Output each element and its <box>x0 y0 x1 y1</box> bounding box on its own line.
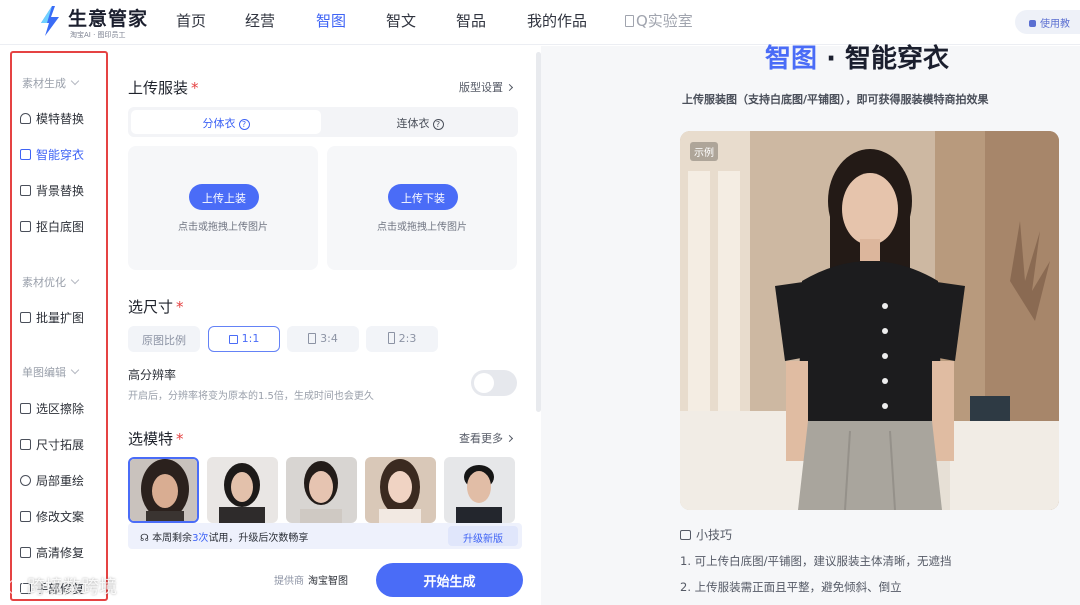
pattern-settings-link[interactable]: 版型设置 <box>459 79 514 95</box>
tip-item: 2. 上传服装需正面且平整，避免倾斜、倒立 <box>680 580 902 594</box>
brand-title: 生意管家 <box>68 8 149 30</box>
nav-home[interactable]: 首页 <box>176 10 206 31</box>
note-icon <box>680 530 691 540</box>
chevron-down-icon <box>70 365 80 375</box>
tip-item: 1. 可上传白底图/平铺图，建议服装主体清晰，无遮挡 <box>680 554 952 568</box>
chevron-right-icon <box>505 434 514 443</box>
nav-smart-text[interactable]: 智文 <box>386 10 416 31</box>
upload-top-button[interactable]: 上传上装 <box>189 184 259 210</box>
upload-clothing-title: 上传服装 * <box>128 79 199 97</box>
garment-type-switch: 分体衣? 连体衣? <box>128 107 518 137</box>
example-photo <box>680 131 1059 510</box>
example-tag: 示例 <box>690 142 718 161</box>
select-model-title: 选模特 * <box>128 430 184 448</box>
redraw-icon <box>20 475 31 486</box>
shirt-icon <box>20 149 31 160</box>
model-thumb[interactable] <box>444 457 515 523</box>
upload-top-dropzone[interactable]: 上传上装 点击或拖拽上传图片 <box>128 146 318 270</box>
square-icon <box>228 335 238 344</box>
size-option-1-1[interactable]: 1:1 <box>208 326 280 352</box>
chevron-right-icon <box>505 83 514 92</box>
upload-bottom-dropzone[interactable]: 上传下装 点击或拖拽上传图片 <box>327 146 517 270</box>
high-resolution-toggle[interactable] <box>471 370 517 396</box>
sidebar-item-area-erase[interactable]: 选区擦除 <box>20 400 84 418</box>
upgrade-button[interactable]: 升级新版 <box>448 526 518 546</box>
model-thumb[interactable] <box>286 457 357 523</box>
high-resolution-label: 高分辨率 <box>128 368 177 382</box>
brand-subtitle: 淘宝AI · 图印员工 <box>70 31 126 39</box>
pen-icon <box>20 511 31 522</box>
sidebar-item-background-replace[interactable]: 背景替换 <box>20 182 84 200</box>
cutout-icon <box>20 221 31 232</box>
sidebar-item-hd-repair[interactable]: 高清修复 <box>20 544 84 562</box>
sidebar-item-smart-dressing[interactable]: 智能穿衣 <box>20 146 84 164</box>
help-icon[interactable]: ? <box>432 119 444 130</box>
nav-operations[interactable]: 经营 <box>245 10 275 31</box>
start-generate-button[interactable]: 开始生成 <box>376 563 523 597</box>
portrait-icon <box>387 332 395 344</box>
chevron-down-icon <box>70 275 80 285</box>
trial-promo-bar: ☊ 本周剩余3次试用，升级后次数畅享 升级新版 <box>128 523 522 549</box>
nav-smart-image[interactable]: 智图 <box>316 10 346 31</box>
feature-subtitle: 上传服装图（支持白底图/平铺图），即可获得服装模特商拍效果 <box>682 93 989 106</box>
model-thumb[interactable] <box>365 457 436 523</box>
nav-my-works[interactable]: 我的作品 <box>527 10 587 31</box>
select-size-title: 选尺寸 * <box>128 298 184 316</box>
nav-lab[interactable]: Q实验室 <box>625 10 693 31</box>
sidebar-item-edit-copy[interactable]: 修改文案 <box>20 508 84 526</box>
size-option-3-4[interactable]: 3:4 <box>287 326 359 352</box>
upload-bottom-button[interactable]: 上传下装 <box>388 184 458 210</box>
sidebar-item-size-expand[interactable]: 尺寸拓展 <box>20 436 84 454</box>
sidebar-group-material-optimize[interactable]: 素材优化 <box>22 274 80 290</box>
upload-hint: 点击或拖拽上传图片 <box>377 222 467 233</box>
tab-onepiece[interactable]: 连体衣? <box>325 110 515 134</box>
resize-icon <box>20 439 31 450</box>
background-icon <box>20 185 31 196</box>
eraser-icon <box>20 403 31 414</box>
help-icon[interactable]: ? <box>238 119 250 130</box>
sidebar-item-white-background[interactable]: 抠白底图 <box>20 218 84 236</box>
watermark-logo-icon <box>8 579 24 595</box>
tab-separates[interactable]: 分体衣? <box>131 110 321 134</box>
portrait-icon <box>308 333 317 344</box>
sidebar-item-batch-expand[interactable]: 批量扩图 <box>20 309 84 327</box>
expand-icon <box>20 312 31 323</box>
toggle-knob <box>474 373 494 393</box>
hourglass-icon <box>625 15 634 27</box>
feature-title: 智图 · 智能穿衣 <box>765 44 949 74</box>
model-thumb[interactable] <box>128 457 199 523</box>
chevron-down-icon <box>70 76 80 86</box>
lightning-logo-icon <box>41 6 59 36</box>
hd-icon <box>20 547 31 558</box>
sidebar-group-single-edit[interactable]: 单图编辑 <box>22 364 80 380</box>
book-icon <box>1029 20 1036 27</box>
help-button[interactable]: 使用教 <box>1015 10 1080 34</box>
size-option-original[interactable]: 原图比例 <box>128 326 200 352</box>
tips-title: 小技巧 <box>680 526 732 543</box>
view-more-models-link[interactable]: 查看更多 <box>459 430 514 446</box>
sidebar-item-partial-redraw[interactable]: 局部重绘 <box>20 472 84 490</box>
high-resolution-desc: 开启后，分辨率将变为原本的1.5倍，生成时间也会更久 <box>128 391 374 402</box>
model-thumb[interactable] <box>207 457 278 523</box>
upload-hint: 点击或拖拽上传图片 <box>178 222 268 233</box>
watermark: 跨境数跨境 <box>8 573 117 599</box>
sidebar-item-model-replace[interactable]: 模特替换 <box>20 110 84 128</box>
model-icon <box>20 113 31 124</box>
gift-icon: ☊ <box>140 533 153 544</box>
sidebar-group-material-generation[interactable]: 素材生成 <box>22 75 80 91</box>
nav-smart-product[interactable]: 智品 <box>456 10 486 31</box>
provider-info: 提供商 淘宝智图 <box>274 576 348 587</box>
model-list <box>128 457 518 523</box>
size-option-2-3[interactable]: 2:3 <box>366 326 438 352</box>
